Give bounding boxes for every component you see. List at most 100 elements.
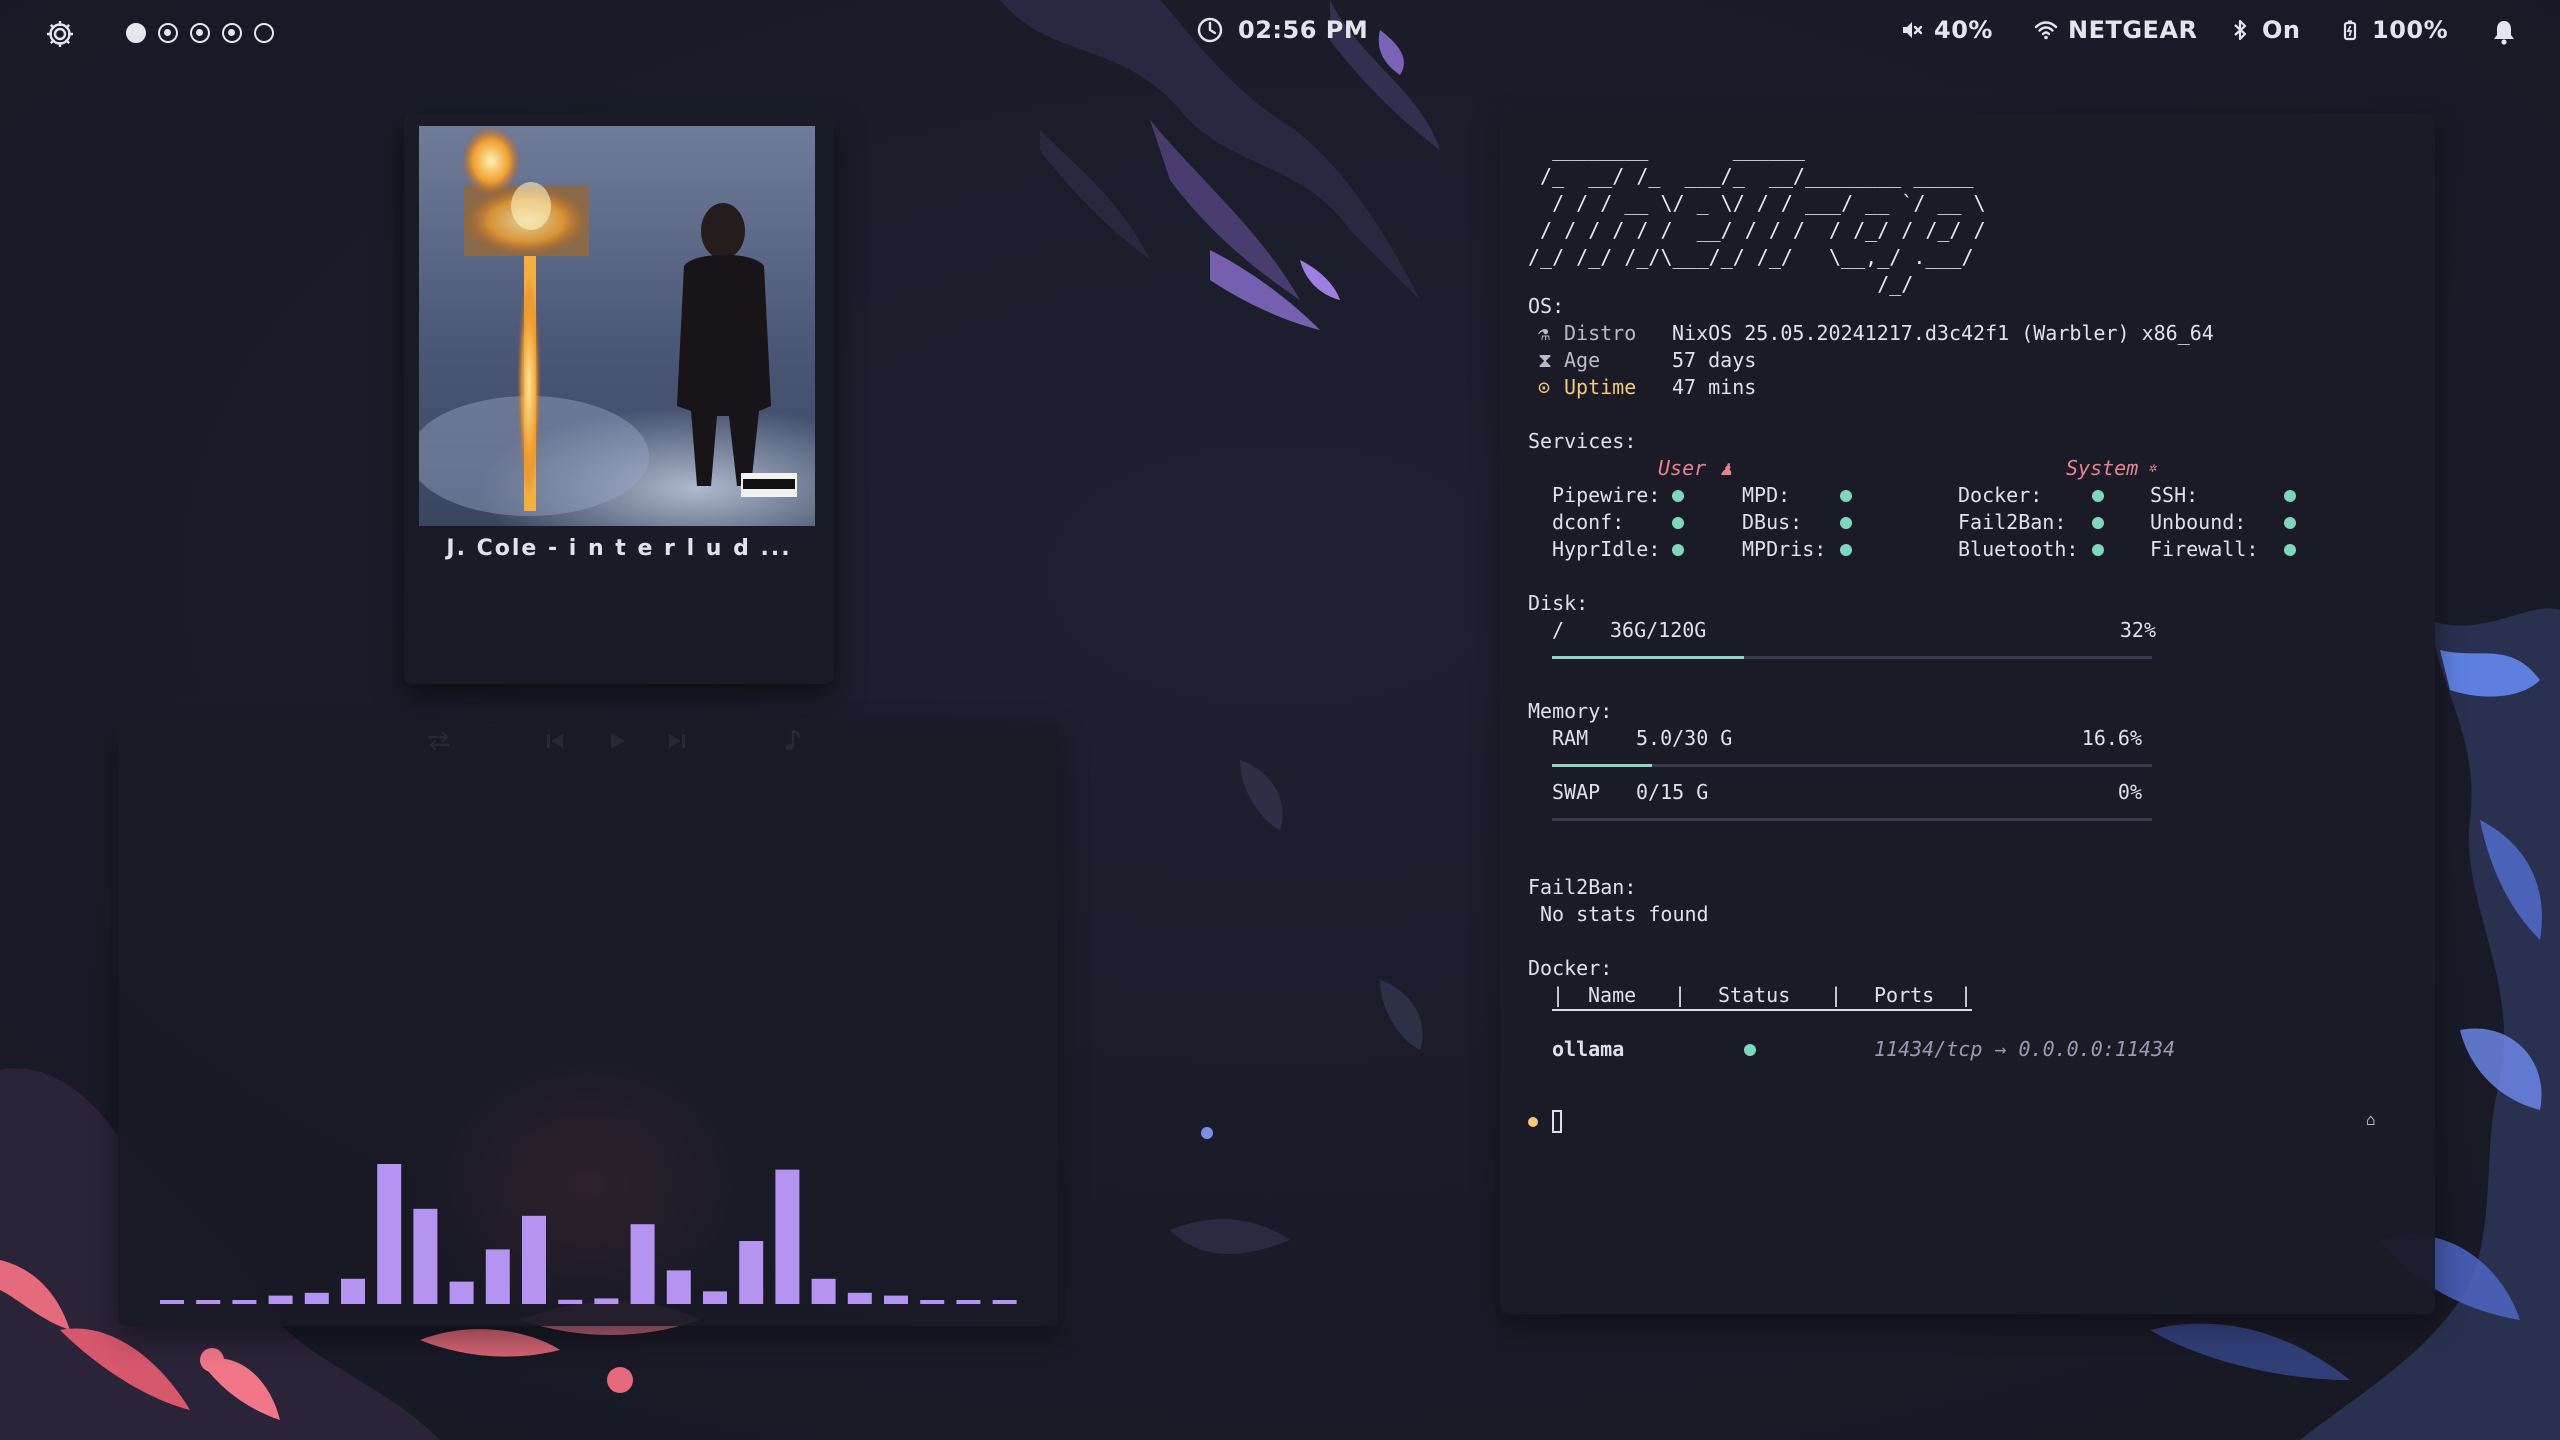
visualizer-bar [884,1295,908,1304]
visualizer-bar [630,1224,655,1304]
audio-visualizer [118,724,1058,1326]
visualizer-bar [703,1291,727,1304]
clock-icon [1197,17,1223,43]
visualizer-bar [594,1298,619,1304]
ram-label: RAM [1552,726,1589,750]
swap-progress-track [1552,818,2152,821]
visualizer-bar [304,1292,329,1304]
services-system-label: System [2066,456,2139,480]
visualizer-bar [847,1292,872,1304]
music-player: J. Cole - i n t e r l u d ... [404,114,834,751]
home-icon: ⌂ [2366,1110,2376,1129]
docker-table-underline [1552,1009,1972,1011]
parental-advisory-badge [741,473,797,497]
visualizer-bar [341,1278,365,1304]
fail2ban-header: Fail2Ban: [1528,875,1637,899]
flask-icon: ⚗ [1538,321,1551,345]
bluetooth-indicator[interactable]: On [2228,16,2301,44]
ram-usage: 5.0/30 G [1636,726,1733,750]
docker-col-name: Name [1588,983,1637,1007]
docker-container-status [1744,1044,1756,1056]
service-dconf: dconf: [1552,510,1625,534]
memory-header: Memory: [1528,699,1613,723]
docker-table-sep-4: | [1960,983,1973,1007]
service-mpdris: MPDris: [1742,537,1827,561]
docker-col-status: Status [1718,983,1791,1007]
user-icon: ♟ [1720,456,1733,480]
os-distro-value: NixOS 25.05.20241217.d3c42f1 (Warbler) x… [1672,321,2214,345]
os-age-value: 57 days [1672,348,1757,372]
visualizer-bars [160,1164,1017,1304]
battery-icon [2343,20,2357,41]
service-fail2ban-status [2092,517,2104,529]
visualizer-bar [485,1249,510,1304]
docker-table-sep-2: | [1674,983,1687,1007]
terminal-cursor[interactable] [1552,1110,1562,1133]
visualizer-bar [775,1169,800,1304]
workspace-1[interactable] [126,23,146,43]
wifi-icon [2034,21,2058,40]
swap-usage: 0/15 G [1636,780,1709,804]
docker-col-ports: Ports [1874,983,1935,1007]
battery-value: 100% [2372,16,2449,44]
os-age-label: Age [1564,348,1601,372]
workspace-indicators [126,23,274,43]
visualizer-bar [413,1208,438,1304]
service-firewall-status [2284,544,2296,556]
service-ssh: SSH: [2150,483,2199,507]
terminal-window[interactable]: ________ ______ /_ __/ /_ ___/_ __/_____… [1500,114,2435,1314]
bell-icon[interactable] [2490,18,2518,46]
service-hypridle: HyprIdle: [1552,537,1661,561]
track-title: J. Cole - i n t e r l u d ... [446,536,792,561]
prompt-status-dot [1528,1117,1538,1127]
docker-container-name: ollama [1552,1037,1625,1061]
bluetooth-state: On [2262,16,2301,44]
fail2ban-message: No stats found [1540,902,1709,926]
battery-indicator[interactable]: 100% [2338,16,2448,44]
disk-progress-fill [1552,656,1744,659]
docker-header: Docker: [1528,956,1613,980]
gear-small-icon: ✲ [2148,460,2157,476]
volume-muted-icon [1903,22,1923,38]
clock[interactable]: 02:56 PM [1196,16,1368,44]
workspace-3[interactable] [190,23,210,43]
wifi-indicator[interactable]: NETGEAR [2034,16,2198,44]
service-dbus-status [1840,517,1852,529]
service-hypridle-status [1672,544,1684,556]
services-header: Services: [1528,429,1637,453]
service-mpd: MPD: [1742,483,1791,507]
hourglass-icon: ⧗ [1538,348,1553,372]
volume-indicator[interactable]: 40% [1900,16,1993,44]
disk-mount: / [1552,618,1565,642]
swap-percent: 0% [2117,780,2142,804]
service-bluetooth: Bluetooth: [1958,537,2079,561]
workspace-5[interactable] [254,23,274,43]
bluetooth-icon [2234,19,2247,41]
visualizer-bar [739,1241,764,1304]
service-mpd-status [1840,490,1852,502]
swap-label: SWAP [1552,780,1601,804]
wifi-ssid: NETGEAR [2068,16,2198,44]
service-unbound-status [2284,517,2296,529]
os-uptime-value: 47 mins [1672,375,1757,399]
timer-icon: ⊙ [1538,375,1551,399]
ram-percent: 16.6% [2081,726,2142,750]
workspace-4[interactable] [222,23,242,43]
gear-icon[interactable] [44,18,76,50]
service-dconf-status [1672,517,1684,529]
album-cover [419,126,815,526]
service-firewall: Firewall: [2150,537,2259,561]
visualizer-bar [811,1278,836,1304]
visualizer-bar [160,1300,184,1304]
os-header: OS: [1528,294,1565,318]
service-docker: Docker: [1958,483,2043,507]
visualizer-bar [268,1295,293,1304]
service-pipewire: Pipewire: [1552,483,1661,507]
ascii-logo: ________ ______ /_ __/ /_ ___/_ __/_____… [1528,137,1986,296]
visualizer-bar [196,1300,221,1304]
workspace-2[interactable] [158,23,178,43]
visualizer-bar [558,1299,583,1304]
disk-header: Disk: [1528,591,1589,615]
disk-usage: 36G/120G [1610,618,1707,642]
visualizer-bar [920,1300,945,1304]
